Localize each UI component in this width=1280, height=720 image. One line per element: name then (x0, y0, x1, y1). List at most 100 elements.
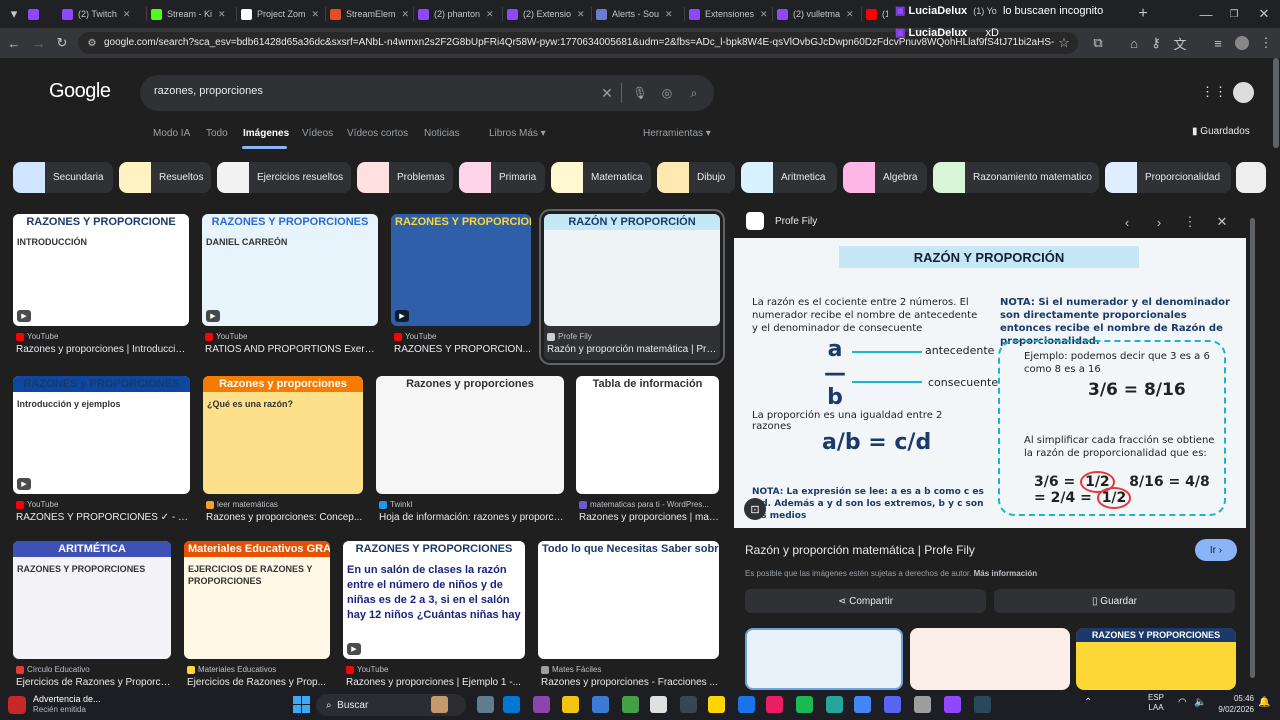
taskbar-app-icon[interactable] (650, 696, 667, 713)
clock[interactable]: 05:46 9/02/2026 (1212, 693, 1254, 715)
image-result[interactable]: RAZONES Y PROPORCIONES DANIEL CARREÓN ▶ You… (202, 214, 378, 360)
result-title[interactable]: Ejercicios de Razones y Proporci... (16, 677, 171, 688)
related-search-chip[interactable]: Primaria (459, 162, 545, 193)
result-source[interactable]: YouTube (16, 500, 58, 509)
profile-avatar[interactable] (1232, 33, 1252, 53)
related-search-chip[interactable] (1236, 162, 1266, 193)
media-icon[interactable]: ≡ (1208, 33, 1228, 53)
close-tab-icon[interactable]: ✕ (760, 9, 768, 20)
next-image-icon[interactable]: › (1149, 212, 1169, 232)
result-thumbnail[interactable]: Razones y proporciones (376, 376, 564, 494)
taskbar-app-icon[interactable] (533, 696, 550, 713)
related-search-chip[interactable]: Problemas (357, 162, 453, 193)
result-thumbnail[interactable]: RAZONES y PROPORCIONES Introducción y eje… (13, 376, 190, 494)
close-tab-icon[interactable]: ✕ (312, 9, 320, 20)
notifications-bell-icon[interactable]: 🔔 (1258, 697, 1270, 708)
taskbar-app-icon[interactable] (680, 696, 697, 713)
page-scrollbar[interactable] (1273, 58, 1279, 148)
browser-tab[interactable]: Project Zom ✕ (241, 4, 323, 24)
related-image[interactable] (745, 628, 903, 690)
browser-tab[interactable]: (2) phanton ✕ (418, 4, 500, 24)
result-thumbnail[interactable]: Materiales Educativos GRATIS EJERCICIOS D… (184, 541, 330, 659)
taskbar-app-icon[interactable] (738, 696, 755, 713)
taskbar-app-icon[interactable] (944, 696, 961, 713)
related-search-chip[interactable]: Aritmetica (741, 162, 837, 193)
visit-button[interactable]: Ir › (1195, 539, 1237, 561)
wifi-icon[interactable]: ◠ (1178, 697, 1187, 708)
voice-search-icon[interactable]: 🎙 (631, 84, 649, 102)
forward-icon[interactable]: → (29, 33, 49, 53)
volume-icon[interactable]: 🔈 (1194, 697, 1206, 708)
password-key-icon[interactable]: ⚷ (1146, 33, 1166, 53)
result-source[interactable]: YouTube (16, 332, 58, 341)
related-search-chip[interactable]: Secundaria (13, 162, 113, 193)
extension-icon[interactable]: ⌂ (1124, 33, 1144, 53)
related-search-chip[interactable]: Razonamiento matematico (933, 162, 1099, 193)
nav-tab[interactable]: Vídeos cortos (347, 128, 408, 139)
nav-tab[interactable]: Noticias (424, 128, 460, 139)
site-info-icon[interactable]: ⚙ (82, 33, 102, 53)
browser-tab[interactable]: StreamElem ✕ (330, 4, 412, 24)
browser-tab[interactable]: Stream - Ki ✕ (151, 4, 233, 24)
tab-search-icon[interactable]: ▾ (4, 4, 24, 24)
result-thumbnail[interactable]: RAZONES Y PROPORCIONES En un salón de cla… (343, 541, 525, 659)
save-button[interactable]: ▯ Guardar (994, 589, 1235, 613)
result-thumbnail[interactable]: RAZONES Y PROPORCIONES DANIEL CARREÓN ▶ (202, 214, 378, 326)
browser-tab[interactable]: Alerts - Sou ✕ (596, 4, 682, 24)
result-title[interactable]: RAZONES Y PROPORCION... (394, 344, 531, 355)
result-source[interactable]: Materiales Educativos (187, 665, 276, 674)
translate-icon[interactable]: 文 (1170, 33, 1190, 53)
nav-tab[interactable]: Vídeos (302, 128, 333, 139)
taskbar-app-icon[interactable] (914, 696, 931, 713)
taskbar-app-icon[interactable] (826, 696, 843, 713)
result-source[interactable]: YouTube (346, 665, 388, 674)
result-source[interactable]: Círculo Educativo (16, 665, 90, 674)
result-source[interactable]: matematicas para ti - WordPres... (579, 500, 709, 509)
nav-tab[interactable]: Imágenes (243, 128, 289, 139)
close-tab-icon[interactable]: ✕ (218, 9, 226, 20)
result-source[interactable]: YouTube (394, 332, 436, 341)
taskbar-app-icon[interactable] (974, 696, 991, 713)
browser-tab[interactable]: Extensiones ✕ (689, 4, 771, 24)
preview-scrollbar[interactable] (1250, 218, 1255, 678)
image-result[interactable]: Razones y proporciones Twinkl Hoja de info… (376, 376, 564, 528)
result-thumbnail[interactable]: Razones y proporciones ¿Qué es una razón? (203, 376, 363, 494)
taskbar-app-icon[interactable] (854, 696, 871, 713)
browser-menu-icon[interactable]: ⋮ (1256, 33, 1276, 53)
browser-tab[interactable]: (2) Twitch ✕ (62, 4, 144, 24)
result-source[interactable]: Twinkl (379, 500, 412, 509)
browser-tab[interactable] (28, 4, 58, 24)
taskbar-app-icon[interactable] (796, 696, 813, 713)
related-search-chip[interactable]: Proporcionalidad (1105, 162, 1231, 193)
image-result[interactable]: RAZONES Y PROPORCIONES En un salón de cla… (343, 541, 525, 690)
related-search-chip[interactable]: Ejercicios resueltos (217, 162, 351, 193)
close-preview-icon[interactable]: ✕ (1212, 212, 1232, 232)
start-button[interactable] (293, 696, 310, 713)
close-tab-icon[interactable]: ✕ (577, 9, 585, 20)
result-source[interactable]: Profe Fily (547, 332, 592, 341)
lens-search-icon[interactable]: ◎ (658, 84, 676, 102)
taskbar-app-icon[interactable] (477, 696, 494, 713)
image-result[interactable]: RAZONES y PROPORCIONES Introducción y eje… (13, 376, 190, 528)
result-source[interactable]: Mates Fáciles (541, 665, 601, 674)
result-title[interactable]: Razones y proporciones | Introducció... (16, 344, 189, 355)
browser-tab[interactable]: (2) vulletma ✕ (777, 4, 859, 24)
close-tab-icon[interactable]: ✕ (402, 9, 410, 20)
preview-image[interactable]: RAZÓN Y PROPORCIÓN La razón es el cocien… (734, 238, 1246, 528)
preview-title[interactable]: Razón y proporción matemática | Profe Fi… (745, 543, 975, 557)
more-info-link[interactable]: Más información (974, 569, 1038, 578)
new-tab-button[interactable]: + (1133, 4, 1153, 24)
result-thumbnail[interactable]: Todo lo que Necesitas Saber sobre las Fr… (538, 541, 719, 659)
result-thumbnail[interactable]: Tabla de información (576, 376, 719, 494)
extensions-icon[interactable]: ⧉ (1088, 33, 1108, 53)
result-title[interactable]: Razones y proporciones: Concep... (206, 512, 363, 523)
image-result[interactable]: Razones y proporciones ¿Qué es una razón?… (203, 376, 363, 528)
lens-icon[interactable]: ⊡ (744, 498, 766, 520)
minimize-button[interactable]: — (1196, 4, 1216, 24)
result-title[interactable]: Razones y proporciones - Fracciones ... (541, 677, 719, 688)
back-icon[interactable]: ← (4, 33, 24, 53)
result-thumbnail[interactable]: RAZÓN Y PROPORCIÓN (544, 214, 720, 326)
share-button[interactable]: ⋖ Compartir (745, 589, 986, 613)
image-result[interactable]: RAZONES Y PROPORCIONE INTRODUCCIÓN ▶ YouTub… (13, 214, 189, 360)
nav-tab[interactable]: Libros (489, 128, 516, 139)
